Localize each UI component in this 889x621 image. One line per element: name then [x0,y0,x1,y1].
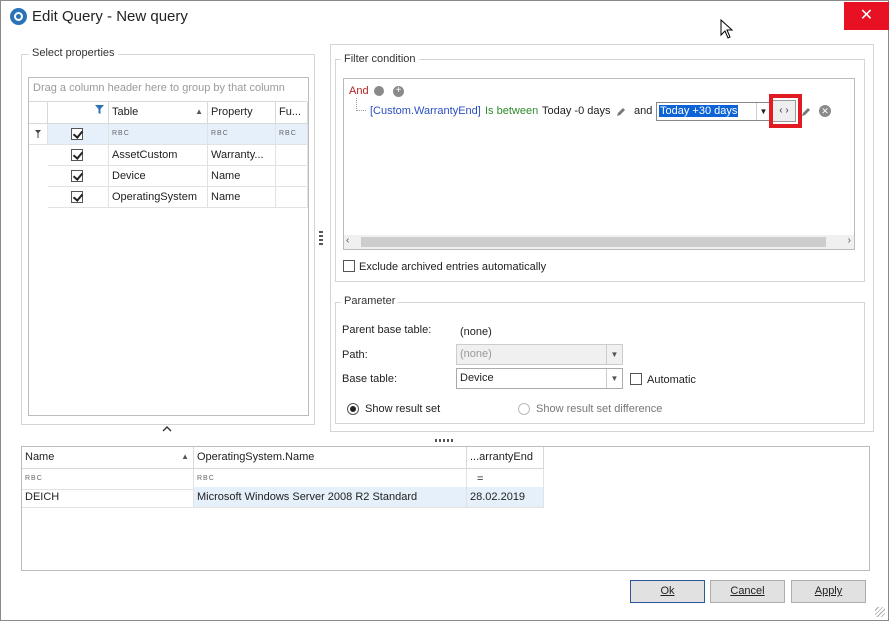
highlight-box [769,94,802,128]
select-properties-label: Select properties [29,47,118,59]
results-name-label: Name [25,451,55,463]
parent-base-label: Parent base table: [342,324,432,336]
exclude-archived-label[interactable]: Exclude archived entries automatically [359,261,546,273]
path-dropdown-icon: ▼ [606,345,622,364]
results-warranty-header[interactable]: ...arrantyEnd [467,447,544,469]
ok-button[interactable]: Ok [630,580,705,603]
table-column-label: Table [112,106,139,118]
horizontal-splitter-grip[interactable] [435,439,455,442]
results-row-name[interactable]: DEICH [22,487,194,508]
add-condition-icon[interactable]: + [393,86,404,97]
table-row-2-function[interactable] [276,166,308,187]
table-row-3-check[interactable] [48,187,109,208]
condition-conjunction: and [634,105,653,117]
table-row-1-property[interactable]: Warranty... [208,145,276,166]
filter-row-property[interactable]: RBC [208,124,276,145]
filter-condition-label: Filter condition [341,53,419,65]
table-row-3-property[interactable]: Name [208,187,276,208]
results-row-os[interactable]: Microsoft Windows Server 2008 R2 Standar… [194,487,467,508]
more-options-icon[interactable] [374,86,384,96]
show-result-label[interactable]: Show result set [365,403,440,415]
remove-condition-icon[interactable]: ✕ [819,105,831,117]
edit-value-2-icon[interactable] [801,107,811,117]
close-button[interactable]: ✕ [844,2,889,30]
check-column-header[interactable] [48,102,109,124]
table-column-header[interactable]: Table ▲ [109,102,208,124]
parent-base-value: (none) [460,326,492,338]
condition-value-1[interactable]: Today -0 days [542,105,610,117]
collapse-up-icon[interactable] [162,425,172,433]
path-label: Path: [342,349,368,361]
filter-row-checkbox[interactable] [71,128,83,140]
automatic-checkbox[interactable] [630,373,642,385]
results-row-warranty[interactable]: 28.02.2019 [467,487,544,508]
row-2-checkbox[interactable] [71,170,83,182]
filter-row-indicator [29,124,48,145]
ok-label: Ok [660,585,675,597]
property-column-header[interactable]: Property [208,102,276,124]
table-row-1-check[interactable] [48,145,109,166]
edit-query-window: Edit Query - New query ✕ Select properti… [0,0,889,621]
sort-ascending-icon: ▲ [195,107,203,116]
condition-field[interactable]: [Custom.WarrantyEnd] [370,105,481,117]
automatic-label[interactable]: Automatic [647,374,696,386]
filter-icon[interactable] [95,105,104,114]
edit-value-1-icon[interactable] [616,107,626,117]
filter-horizontal-scrollbar[interactable]: ‹ › [344,235,854,249]
scroll-left-icon[interactable]: ‹ [346,235,349,246]
cancel-button[interactable]: Cancel [710,580,785,603]
path-combo: (none) ▼ [456,344,623,365]
show-diff-radio[interactable] [518,403,530,415]
show-diff-label[interactable]: Show result set difference [536,403,662,415]
filter-row-check[interactable] [48,124,109,145]
scroll-right-icon[interactable]: › [848,235,851,246]
value-2-dropdown-icon[interactable]: ▼ [756,103,770,120]
base-table-combo[interactable]: Device ▼ [456,368,623,389]
value-2-editor[interactable]: Today +30 days ▼ [656,102,772,121]
table-row-3-function[interactable] [276,187,308,208]
exclude-archived-checkbox[interactable] [343,260,355,272]
filter-pin-icon [35,130,41,138]
tree-connector [356,98,366,111]
app-icon [10,8,27,25]
table-row-1-function[interactable] [276,145,308,166]
vertical-splitter-grip[interactable] [319,231,323,247]
apply-label: Apply [814,585,843,597]
table-row-3-table[interactable]: OperatingSystem [109,187,208,208]
results-sort-icon: ▲ [181,452,189,461]
filter-row-table[interactable]: RBC [109,124,208,145]
resize-grip-icon[interactable] [875,607,885,617]
root-operator[interactable]: And [349,85,369,97]
results-name-header[interactable]: Name ▲ [22,447,194,469]
row-3-checkbox[interactable] [71,191,83,203]
value-2-text[interactable]: Today +30 days [659,105,739,117]
row-indicator-header [29,102,48,124]
row-1-checkbox[interactable] [71,149,83,161]
table-row-2-check[interactable] [48,166,109,187]
base-table-dropdown-icon[interactable]: ▼ [606,369,622,388]
function-column-header[interactable]: Fu... [276,102,308,124]
table-row-2-property[interactable]: Name [208,166,276,187]
group-by-panel[interactable]: Drag a column header here to group by th… [29,78,307,102]
filter-row-function[interactable]: RBC [276,124,308,145]
table-row-1-table[interactable]: AssetCustom [109,145,208,166]
title-bar: Edit Query - New query ✕ [1,1,889,32]
base-table-value[interactable]: Device [460,372,494,384]
window-title: Edit Query - New query [32,8,188,25]
apply-button[interactable]: Apply [791,580,866,603]
cancel-label: Cancel [730,585,765,597]
path-value: (none) [460,348,492,360]
table-row-2-table[interactable]: Device [109,166,208,187]
results-os-header[interactable]: OperatingSystem.Name [194,447,467,469]
scroll-thumb[interactable] [361,237,826,247]
condition-operator[interactable]: Is between [485,105,538,117]
base-table-label: Base table: [342,373,398,385]
parameter-label: Parameter [341,295,399,307]
show-result-radio[interactable] [347,403,359,415]
mouse-cursor-icon [720,19,734,39]
